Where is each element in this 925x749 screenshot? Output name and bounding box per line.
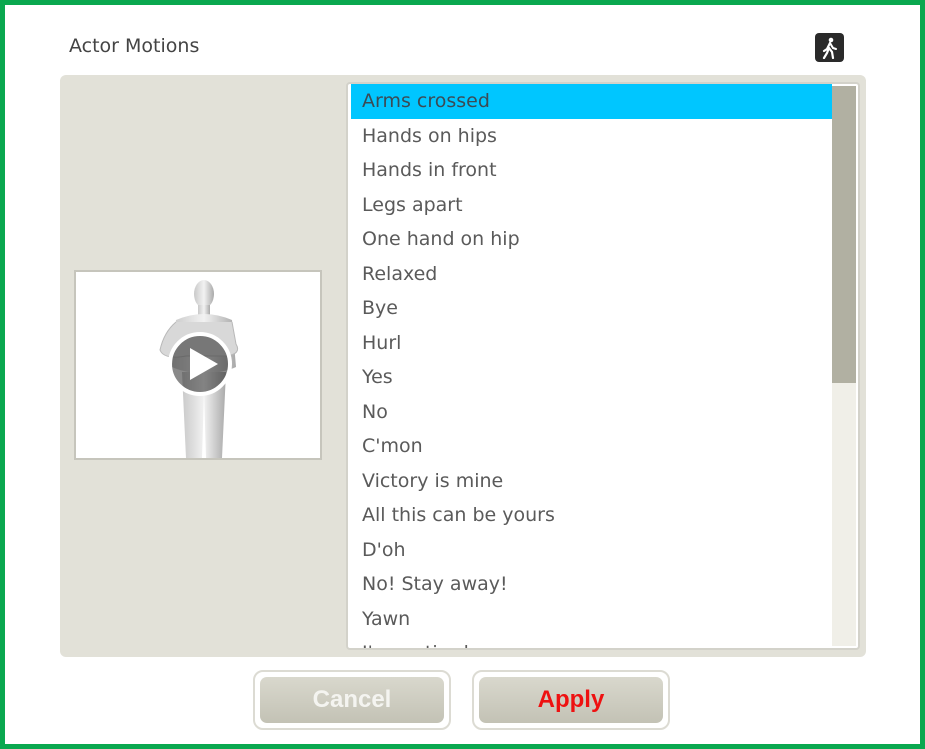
- walk-mode-button[interactable]: [815, 33, 844, 62]
- motion-list-item[interactable]: Hands on hips: [348, 119, 832, 154]
- motion-list-item[interactable]: Bye: [348, 291, 832, 326]
- motion-list-item[interactable]: Hurl: [348, 326, 832, 361]
- apply-button[interactable]: Apply: [472, 670, 670, 730]
- apply-button-label: Apply: [479, 677, 663, 723]
- motion-list-item[interactable]: D'oh: [348, 533, 832, 568]
- motion-list-item[interactable]: C'mon: [348, 429, 832, 464]
- motion-list-item[interactable]: Arms crossed: [351, 84, 832, 119]
- cancel-button-label: Cancel: [260, 677, 444, 723]
- motion-list-item[interactable]: All this can be yours: [348, 498, 832, 533]
- motion-list-item[interactable]: Relaxed: [348, 257, 832, 292]
- motion-list-item[interactable]: One hand on hip: [348, 222, 832, 257]
- motion-list-item[interactable]: No! Stay away!: [348, 567, 832, 602]
- play-icon[interactable]: [168, 332, 232, 396]
- motion-preview[interactable]: [74, 270, 322, 460]
- cancel-button[interactable]: Cancel: [253, 670, 451, 730]
- motions-scrollbar[interactable]: [832, 86, 856, 646]
- motion-list-item[interactable]: I'm so tired: [348, 636, 832, 648]
- walking-person-icon: [822, 37, 837, 59]
- motion-list-item[interactable]: Legs apart: [348, 188, 832, 223]
- dialog-title: Actor Motions: [69, 35, 200, 57]
- motion-list-item[interactable]: Victory is mine: [348, 464, 832, 499]
- motion-list-item[interactable]: No: [348, 395, 832, 430]
- motion-list-item[interactable]: Yawn: [348, 602, 832, 637]
- motion-list-item[interactable]: Hands in front: [348, 153, 832, 188]
- scrollbar-thumb[interactable]: [832, 86, 856, 383]
- motions-list[interactable]: Arms crossed Hands on hips Hands in front L…: [346, 82, 860, 650]
- motions-list-items: Arms crossed Hands on hips Hands in front L…: [348, 84, 832, 648]
- motion-list-item[interactable]: Yes: [348, 360, 832, 395]
